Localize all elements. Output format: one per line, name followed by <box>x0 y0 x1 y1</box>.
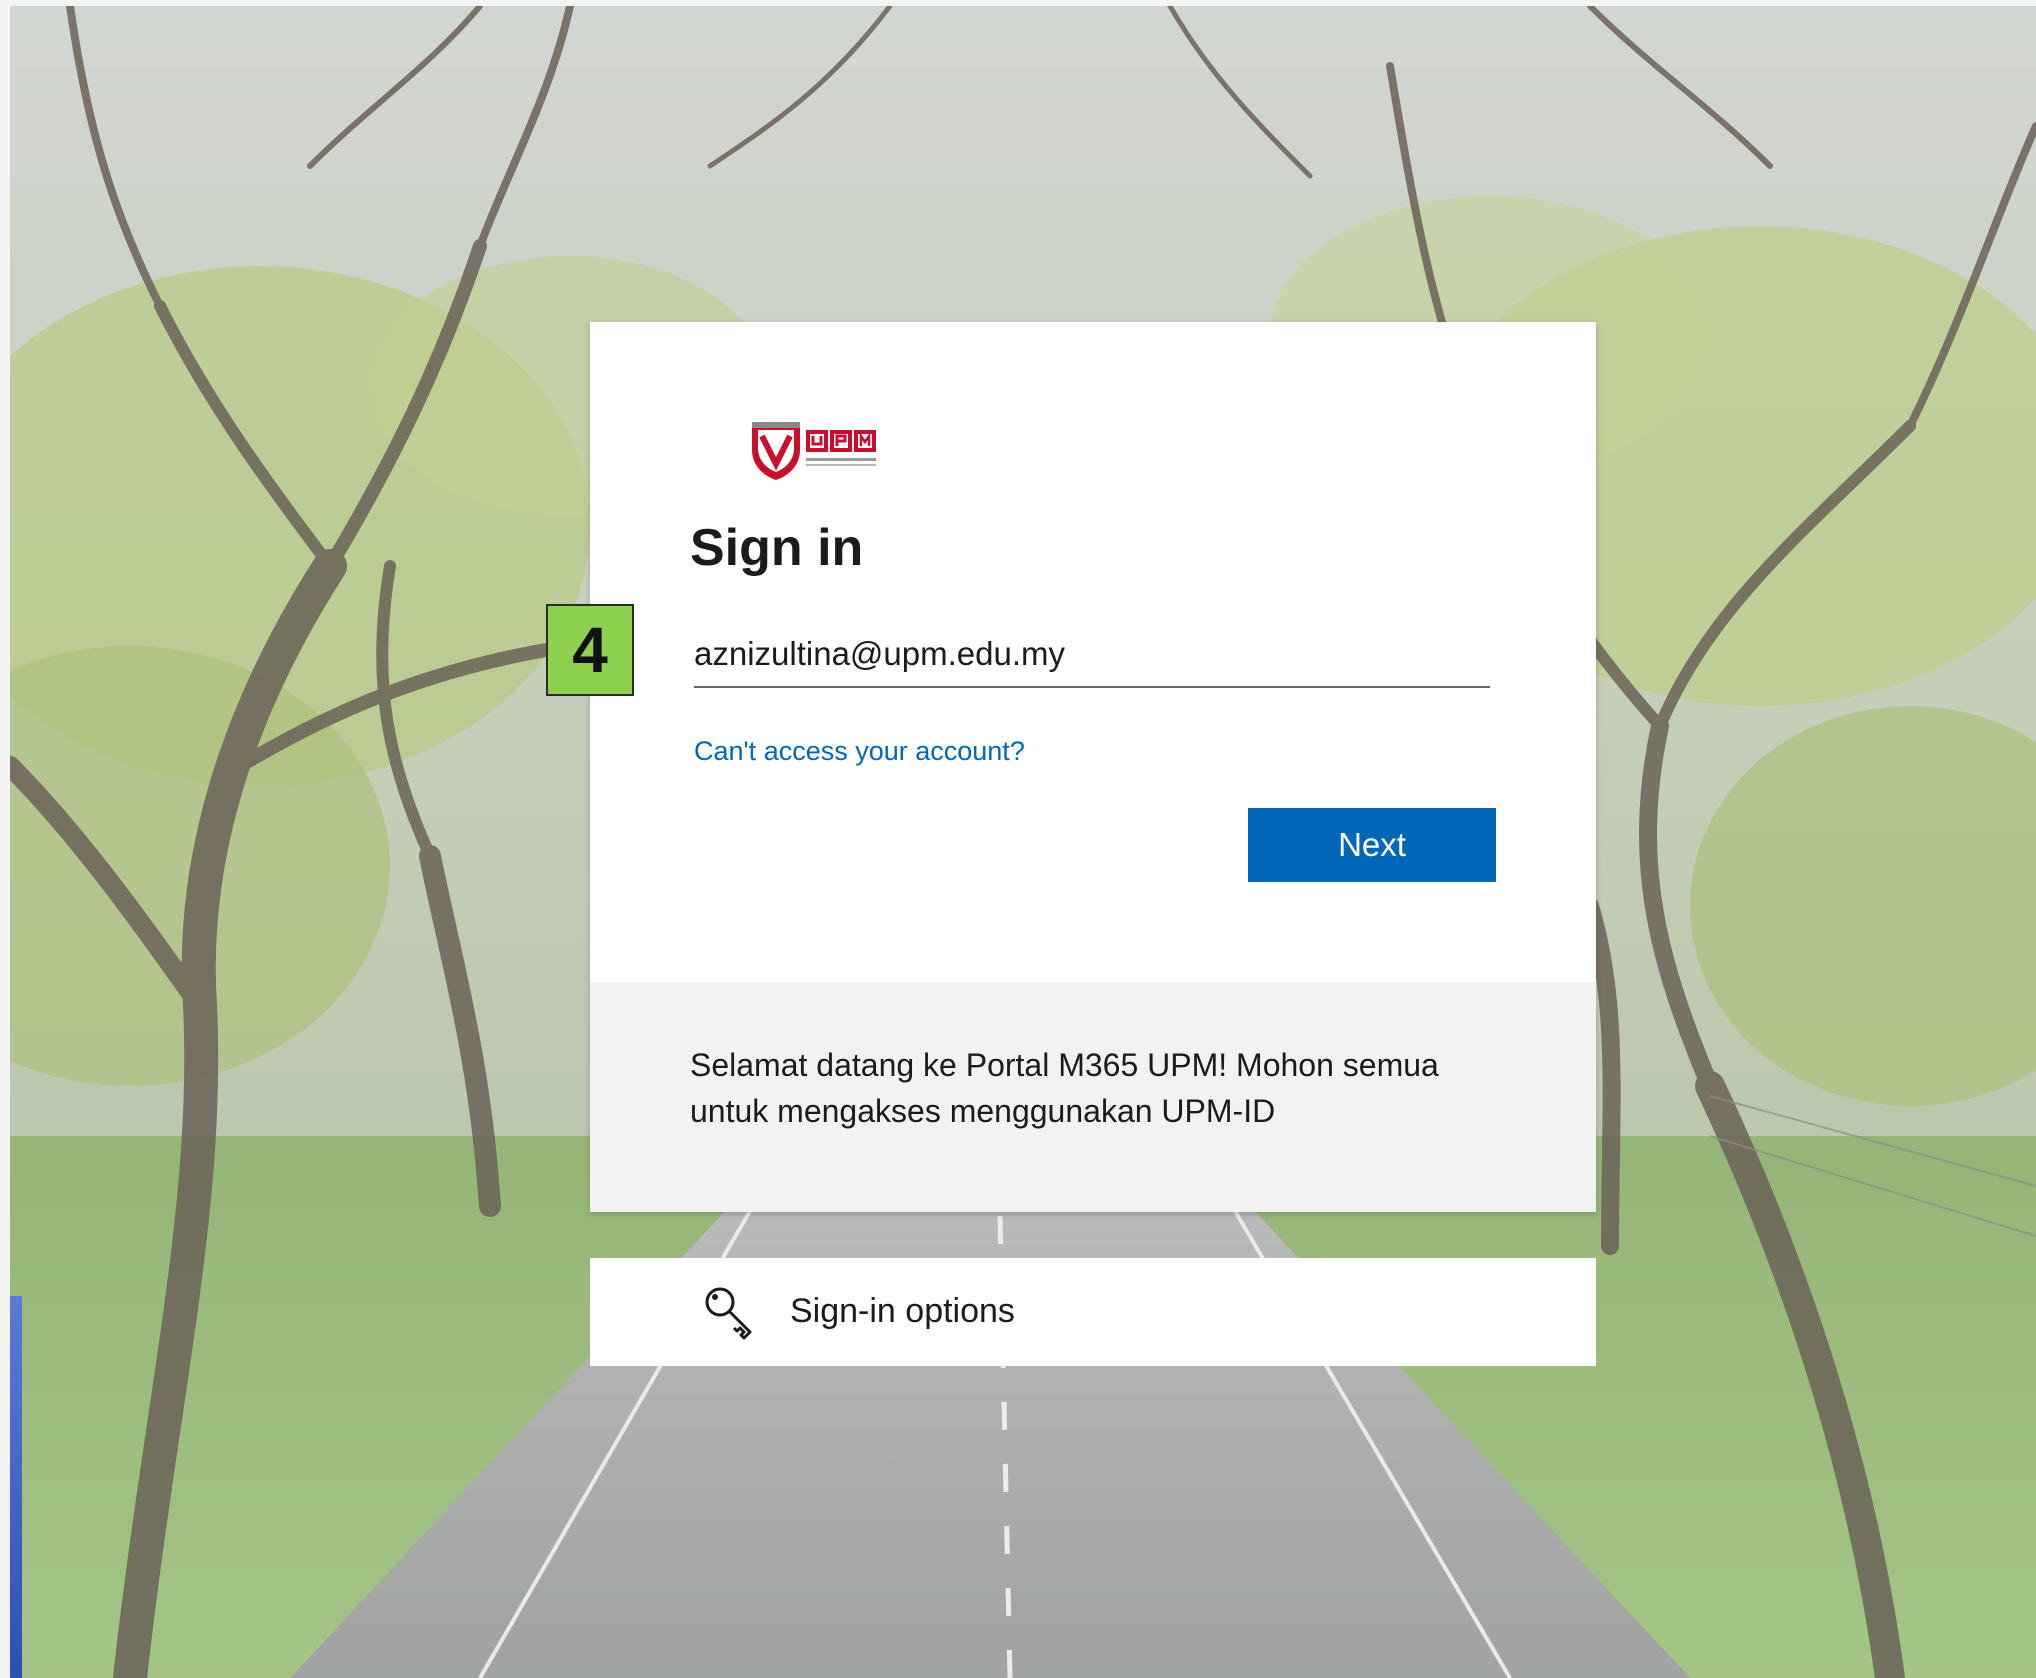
upm-logo <box>748 420 878 482</box>
key-icon <box>702 1284 758 1340</box>
signin-main-panel: Sign in Can't access your account? Next <box>590 322 1596 982</box>
screen: Sign in Can't access your account? Next … <box>0 0 2036 1678</box>
page-title: Sign in <box>690 519 864 577</box>
signin-card: Sign in Can't access your account? Next … <box>590 322 1596 1212</box>
welcome-banner: Selamat datang ke Portal M365 UPM! Mohon… <box>590 982 1596 1212</box>
cant-access-account-link[interactable]: Can't access your account? <box>694 736 1025 767</box>
signin-options-label: Sign-in options <box>790 1292 1015 1330</box>
email-field[interactable] <box>694 622 1490 688</box>
next-button[interactable]: Next <box>1248 808 1496 882</box>
window-edge <box>10 1296 22 1678</box>
banner-message: Selamat datang ke Portal M365 UPM! Mohon… <box>690 1047 1439 1129</box>
signin-options-button[interactable]: Sign-in options <box>590 1258 1596 1366</box>
step-number-badge: 4 <box>546 604 634 696</box>
